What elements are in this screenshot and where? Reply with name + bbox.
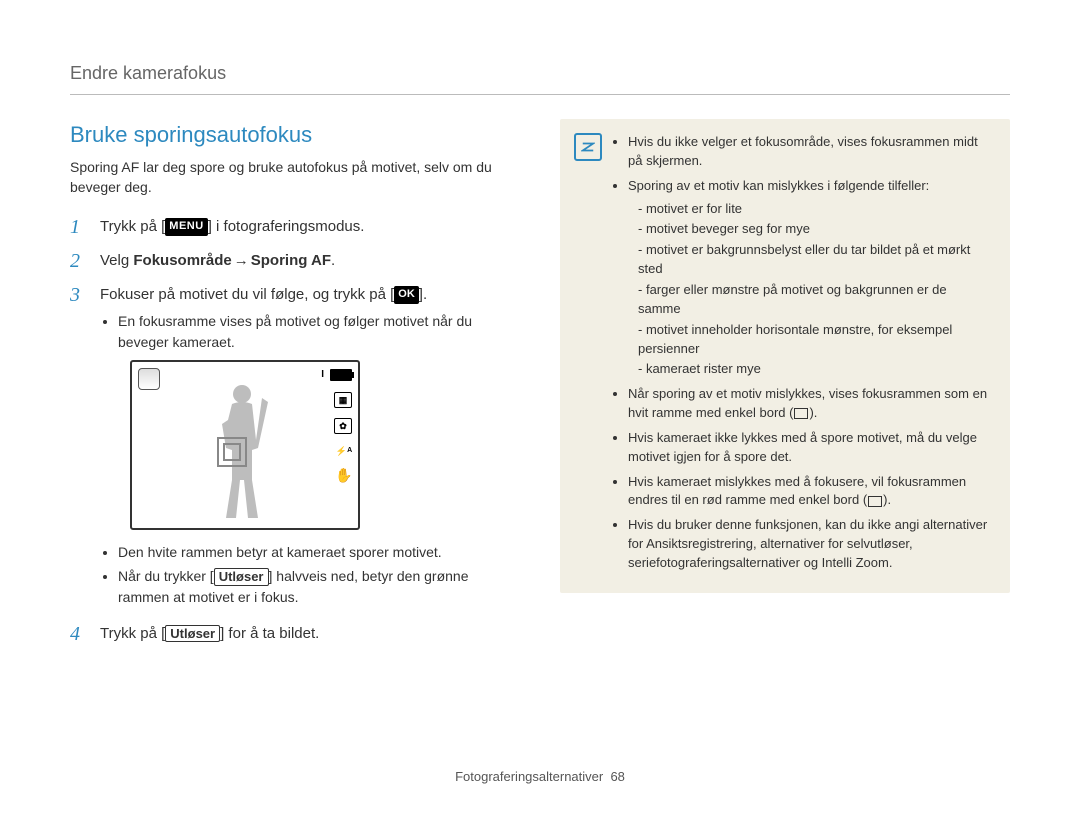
- step-body: Fokuser på motivet du vil følge, og tryk…: [100, 284, 520, 611]
- note-b2-s5: motivet inneholder horisontale mønstre, …: [638, 321, 992, 359]
- note-b6: Hvis du bruker denne funksjonen, kan du …: [628, 516, 992, 573]
- note-bullets: Hvis du ikke velger et fokusområde, vise…: [614, 133, 992, 573]
- note-b2-s1: motivet er for lite: [638, 200, 992, 219]
- step4-b: ] for å ta bildet.: [220, 625, 319, 642]
- note-b5-b: ).: [883, 492, 891, 507]
- note-b2-s4: farger eller mønstre på motivet og bakgr…: [638, 281, 992, 319]
- frame-white-icon: [794, 408, 808, 419]
- frame-red-icon: [868, 496, 882, 507]
- step3-sub-bullets: En fokusramme vises på motivet og følger…: [100, 311, 520, 352]
- section-intro: Sporing AF lar deg spore og bruke autofo…: [70, 157, 520, 198]
- preview-indicator: I: [321, 368, 324, 383]
- menu-icon: MENU: [165, 218, 207, 236]
- step-2: 2 Velg Fokusområde → Sporing AF.: [70, 250, 520, 272]
- arrow-icon: →: [232, 250, 251, 272]
- shutter-label: Utløser: [165, 625, 220, 643]
- footer-page: 68: [610, 769, 624, 784]
- step-1: 1 Trykk på [MENU] i fotograferingsmodus.: [70, 216, 520, 238]
- page-footer: Fotograferingsalternativer 68: [0, 768, 1080, 787]
- note-b2-s2: motivet beveger seg for mye: [638, 220, 992, 239]
- note-b3-b: ).: [809, 405, 817, 420]
- note-icon: [574, 133, 602, 161]
- step1-text-a: Trykk på [: [100, 218, 165, 235]
- note-b2-s3: motivet er bakgrunnsbelyst eller du tar …: [638, 241, 992, 279]
- note-b3: Når sporing av et motiv mislykkes, vises…: [628, 385, 992, 423]
- preview-status-icons: I ▦ ✿ ⚡A ✋: [321, 368, 352, 483]
- step-number: 4: [70, 623, 88, 645]
- focus-frame-icon: [217, 437, 247, 467]
- step3-sub-bullets-2: Den hvite rammen betyr at kameraet spore…: [100, 542, 520, 607]
- exposure-icon: ✿: [334, 418, 352, 434]
- camera-preview: I ▦ ✿ ⚡A ✋: [130, 360, 360, 530]
- resolution-icon: ▦: [334, 392, 352, 408]
- note-b1: Hvis du ikke velger et fokusområde, vise…: [628, 133, 992, 171]
- note-b2-sub: motivet er for lite motivet beveger seg …: [628, 200, 992, 380]
- shutter-text: Utløser: [170, 626, 215, 641]
- step1-text-b: ] i fotograferingsmodus.: [208, 218, 365, 235]
- step-3: 3 Fokuser på motivet du vil følge, og tr…: [70, 284, 520, 611]
- step-body: Velg Fokusområde → Sporing AF.: [100, 250, 520, 272]
- step3-b: ].: [419, 286, 427, 303]
- page-header: Endre kamerafokus: [70, 60, 1010, 95]
- step-number: 1: [70, 216, 88, 238]
- note-b5: Hvis kameraet mislykkes med å fokusere, …: [628, 473, 992, 511]
- right-column: Hvis du ikke velger et fokusområde, vise…: [560, 119, 1010, 657]
- step4-a: Trykk på [: [100, 625, 165, 642]
- step3-a: Fokuser på motivet du vil følge, og tryk…: [100, 286, 394, 303]
- step2-e: .: [331, 252, 335, 269]
- step-number: 3: [70, 284, 88, 611]
- step2-a: Velg: [100, 252, 133, 269]
- left-column: Bruke sporingsautofokus Sporing AF lar d…: [70, 119, 520, 657]
- section-title: Bruke sporingsautofokus: [70, 119, 520, 151]
- shutter-text: Utløser: [219, 569, 264, 584]
- step3-bullet3: Når du trykker [Utløser] halvveis ned, b…: [118, 566, 520, 607]
- note-b2-s6: kameraet rister mye: [638, 360, 992, 379]
- mode-icon: [138, 368, 160, 390]
- step-number: 2: [70, 250, 88, 272]
- steps-list: 1 Trykk på [MENU] i fotograferingsmodus.…: [70, 216, 520, 645]
- note-box: Hvis du ikke velger et fokusområde, vise…: [560, 119, 1010, 593]
- step3-bullet3-a: Når du trykker [: [118, 568, 214, 584]
- step-body: Trykk på [ Utløser ] for å ta bildet.: [100, 623, 520, 645]
- note-b5-a: Hvis kameraet mislykkes med å fokusere, …: [628, 474, 966, 508]
- shutter-label: Utløser: [214, 568, 269, 586]
- flash-icon: ⚡A: [336, 444, 352, 458]
- footer-section: Fotograferingsalternativer: [455, 769, 603, 784]
- header-title: Endre kamerafokus: [70, 63, 226, 83]
- step-body: Trykk på [MENU] i fotograferingsmodus.: [100, 216, 520, 238]
- ok-icon: OK: [394, 286, 419, 304]
- step2-b: Fokusområde: [133, 252, 231, 269]
- step2-d: Sporing AF: [251, 252, 331, 269]
- battery-icon: [330, 369, 352, 381]
- step3-bullet1: En fokusramme vises på motivet og følger…: [118, 311, 520, 352]
- step-4: 4 Trykk på [ Utløser ] for å ta bildet.: [70, 623, 520, 645]
- note-b2: Sporing av et motiv kan mislykkes i følg…: [628, 177, 992, 379]
- step3-bullet2: Den hvite rammen betyr at kameraet spore…: [118, 542, 520, 562]
- note-b4: Hvis kameraet ikke lykkes med å spore mo…: [628, 429, 992, 467]
- stabilizer-icon: ✋: [336, 468, 352, 482]
- note-b2-text: Sporing av et motiv kan mislykkes i følg…: [628, 178, 929, 193]
